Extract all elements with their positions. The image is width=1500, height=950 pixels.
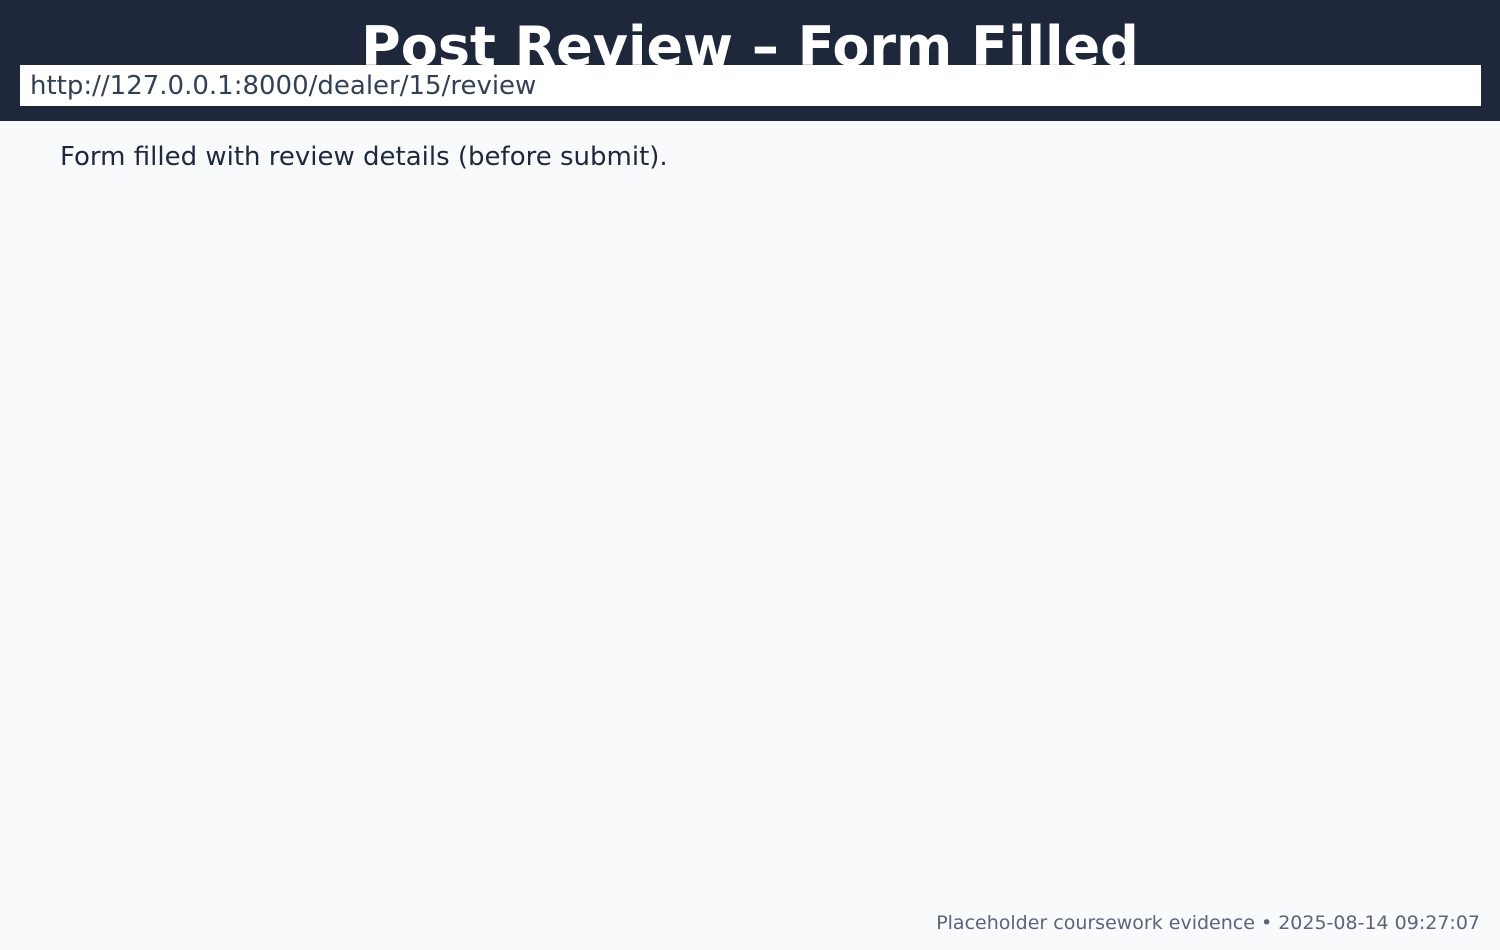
- address-bar[interactable]: http://127.0.0.1:8000/dealer/15/review: [20, 65, 1481, 106]
- footer-note: Placeholder coursework evidence • 2025-0…: [936, 912, 1480, 934]
- address-bar-url[interactable]: http://127.0.0.1:8000/dealer/15/review: [30, 65, 536, 106]
- header-bar: Post Review – Form Filled http://127.0.0…: [0, 0, 1500, 121]
- screenshot-caption: Form filled with review details (before …: [60, 142, 668, 172]
